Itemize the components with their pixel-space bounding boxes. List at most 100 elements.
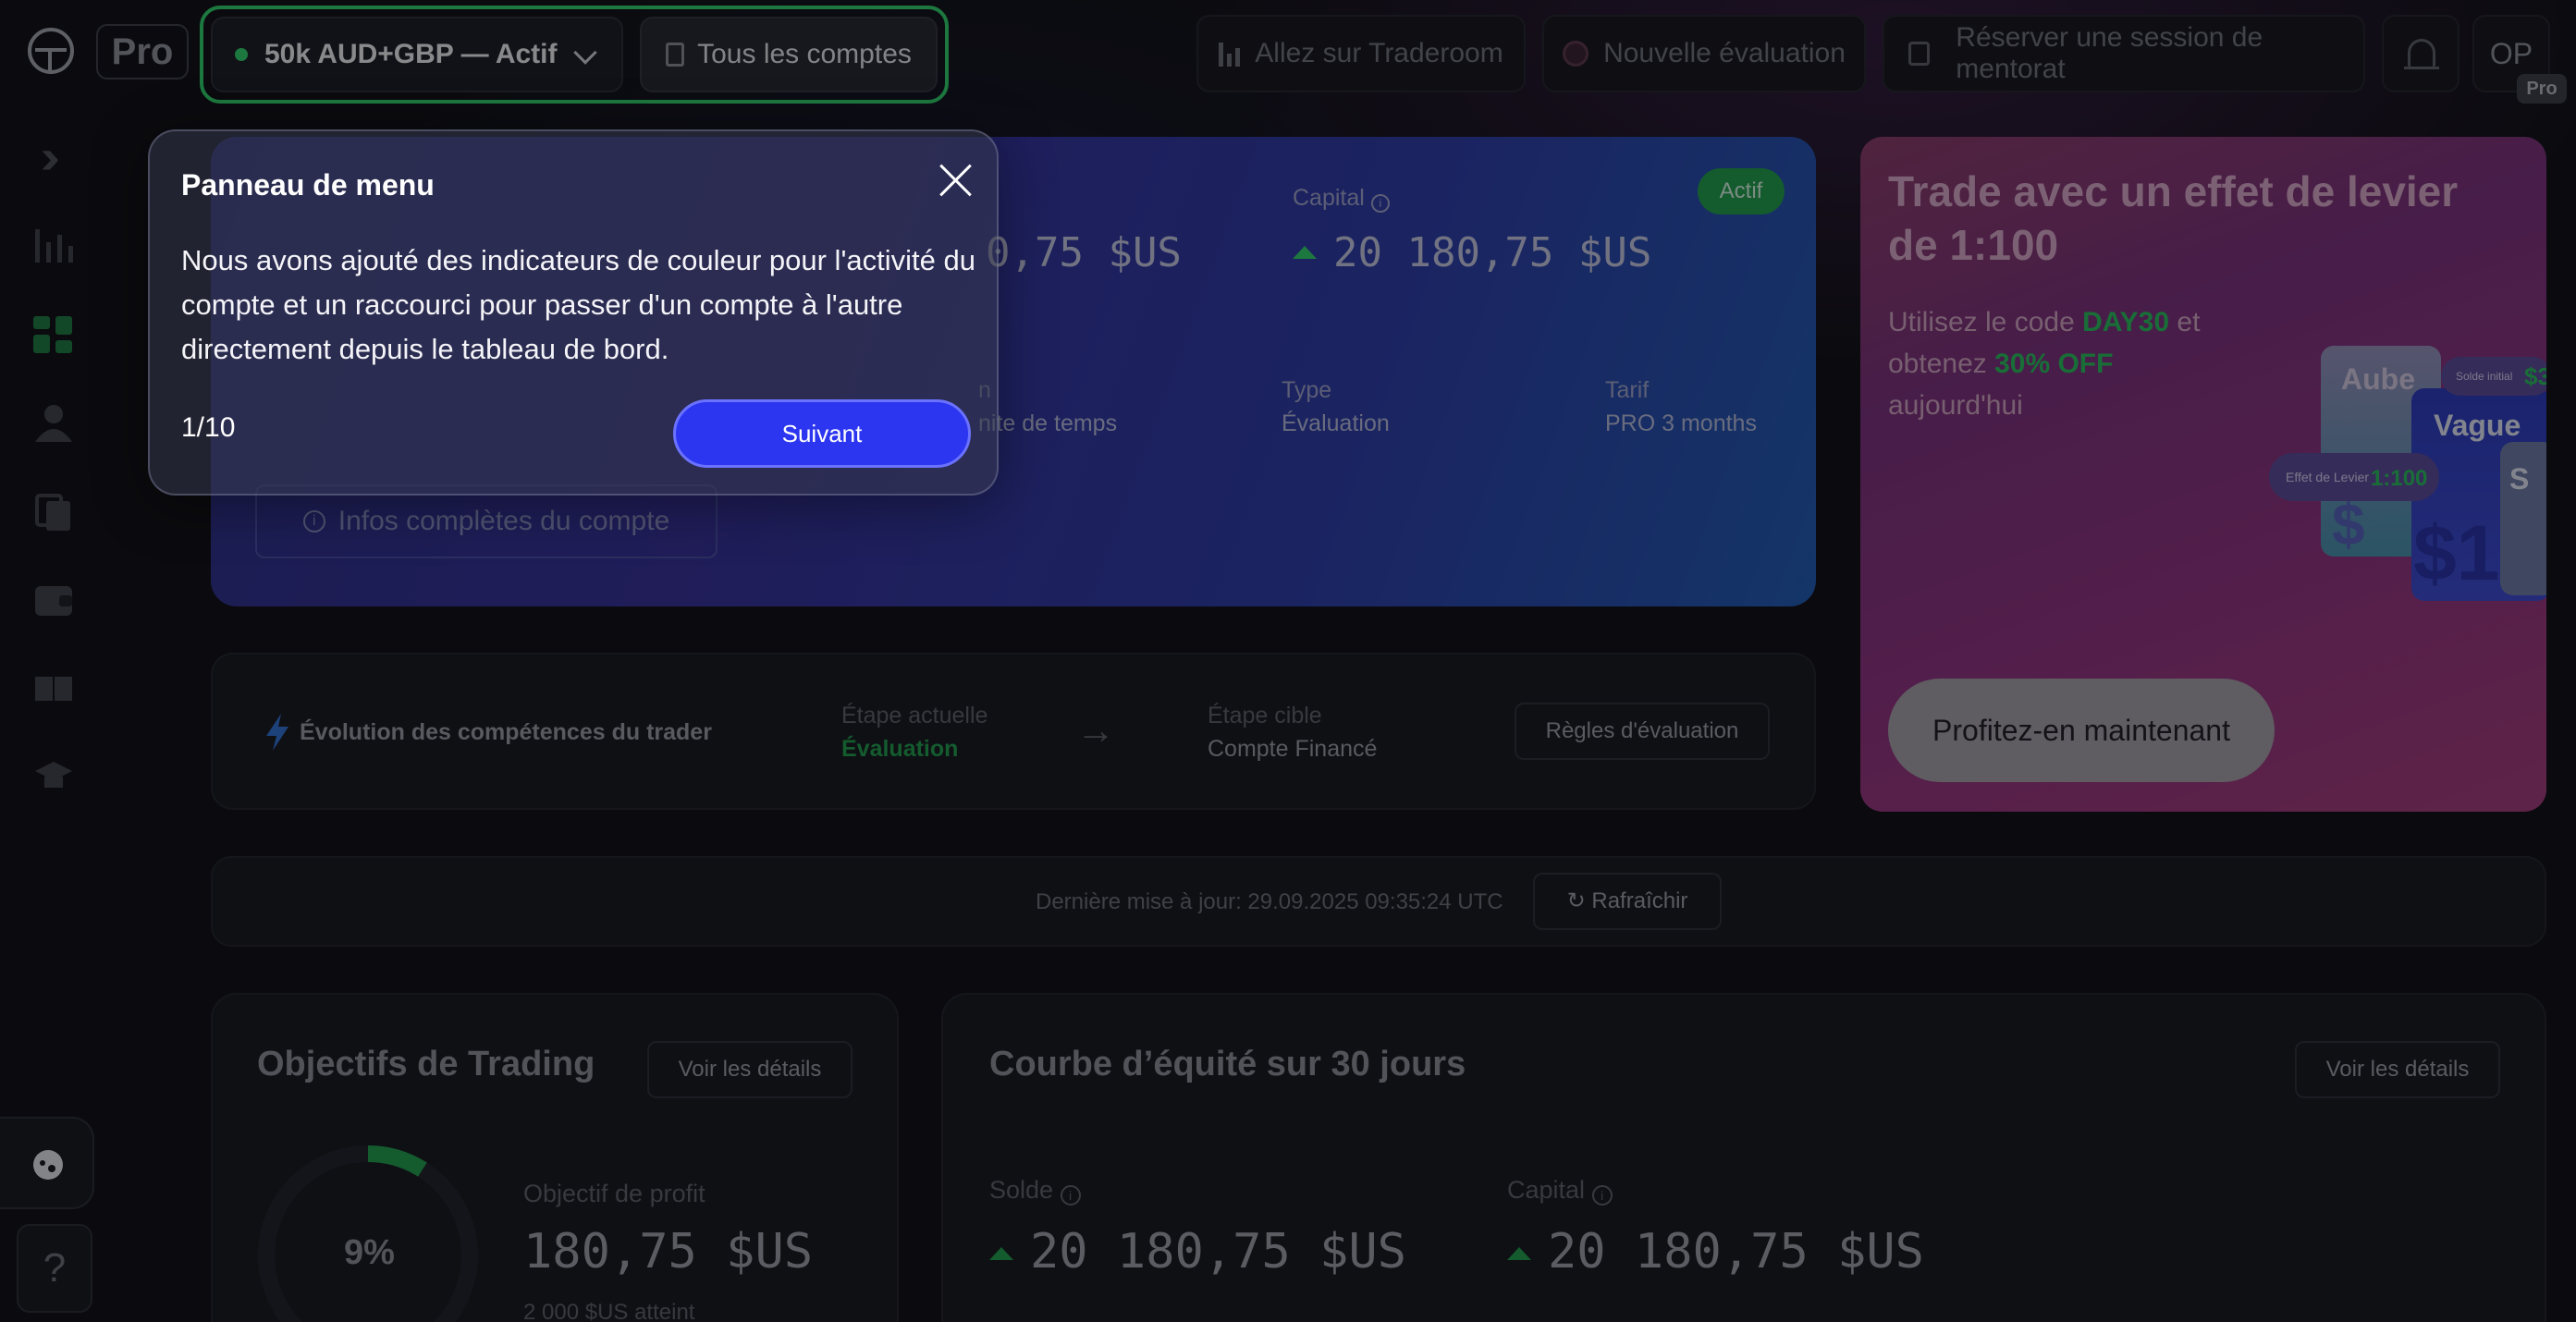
evaluation-icon (1563, 41, 1589, 67)
user-icon (35, 405, 72, 442)
equity-capital-label: Capital i (1507, 1176, 1613, 1206)
equity-balance-label: Solde i (989, 1176, 1081, 1206)
promo-banner: Trade avec un effet de levier de 1:100 U… (1860, 137, 2546, 812)
sidebar-item-book[interactable] (33, 671, 80, 712)
capital-label: Capital i (1293, 185, 1390, 213)
popup-body: Nous avons ajouté des indicateurs de cou… (181, 244, 975, 365)
expand-sidebar-icon[interactable]: ›› (41, 133, 59, 181)
promo-card-s: S (2500, 442, 2546, 595)
avatar-pro-badge: Pro (2517, 74, 2567, 104)
popup-step-counter: 1/10 (181, 412, 236, 443)
accounts-stack-icon (35, 494, 70, 531)
sidebar-item-accounts[interactable] (33, 494, 80, 534)
sidebar-item-chart[interactable] (33, 226, 80, 266)
sidebar-item-profile[interactable] (33, 403, 80, 444)
support-chat-button[interactable] (0, 1117, 94, 1209)
tarif-label: Tarif (1605, 377, 1650, 403)
mentoring-button[interactable]: Réserver une session de mentorat (1883, 15, 2365, 92)
evaluation-rules-button[interactable]: Règles d'évaluation (1515, 703, 1770, 760)
refresh-icon: ↻ (1566, 888, 1586, 913)
type-value: Évaluation (1282, 410, 1390, 436)
trend-up-icon (1507, 1247, 1531, 1260)
tour-popup: Panneau de menu Nous avons ajouté des in… (148, 129, 999, 496)
equity-balance-value: 20 180,75 $US (989, 1224, 1406, 1279)
current-stage-label: Étape actuelle (841, 703, 988, 728)
help-button[interactable]: ? (17, 1224, 92, 1313)
traderoom-button[interactable]: Allez sur Traderoom (1196, 15, 1526, 92)
next-button[interactable]: Suivant (673, 399, 971, 468)
accounts-icon (666, 43, 685, 67)
target-stage-value: Compte Financé (1208, 736, 1378, 762)
support-icon (33, 1150, 63, 1180)
equity-curve-card: Courbe d’équité sur 30 jours Voir les dé… (941, 993, 2546, 1322)
status-dot-icon (235, 48, 248, 61)
skills-progress-card: Évolution des compétences du trader Étap… (211, 653, 1816, 810)
balance-value-partial: 0,75 $US (986, 229, 1182, 276)
sidebar-item-wallet[interactable] (33, 582, 80, 623)
progress-percent: 9% (344, 1233, 395, 1272)
equity-title: Courbe d’équité sur 30 jours (989, 1045, 1466, 1083)
trading-objectives-card: Objectifs de Trading Voir les détails 9%… (211, 993, 899, 1322)
account-selector-button[interactable]: 50k AUD+GBP — Actif (211, 17, 623, 92)
wallet-icon (35, 586, 72, 616)
profit-target-value: 180,75 $US (523, 1224, 814, 1279)
bell-icon (2408, 39, 2435, 67)
promo-code: DAY30 (2082, 307, 2170, 337)
account-info-label: Infos complètes du compte (337, 506, 670, 536)
calendar-icon (1908, 42, 1931, 66)
info-icon: i (1591, 1185, 1613, 1206)
chart-icon (35, 229, 73, 263)
all-accounts-button[interactable]: Tous les comptes (640, 17, 938, 92)
profit-reached-text: 2 000 $US atteint (523, 1300, 695, 1322)
stage-arrow-icon: → (1076, 708, 1115, 752)
mentoring-label: Réserver une session de mentorat (1956, 22, 2263, 84)
objectives-title: Objectifs de Trading (257, 1045, 595, 1083)
info-icon: i (1060, 1185, 1081, 1206)
graduation-cap-icon (35, 762, 72, 788)
tarif-value: PRO 3 months (1605, 410, 1757, 436)
traderoom-label: Allez sur Traderoom (1255, 38, 1503, 68)
app-root: { "topbar": { "pro_tag": "Pro", "account… (0, 0, 2576, 1322)
close-icon[interactable] (934, 159, 976, 202)
sidebar-item-dashboard[interactable] (33, 316, 80, 357)
equity-capital-value: 20 180,75 $US (1507, 1224, 1924, 1279)
all-accounts-label: Tous les comptes (697, 39, 912, 69)
book-icon (35, 677, 72, 701)
promo-subtitle: Utilisez le code DAY30 et obtenez 30% OF… (1888, 307, 2201, 421)
refresh-button[interactable]: ↻ Rafraîchir (1533, 873, 1722, 930)
promo-discount: 30% OFF (1994, 349, 2114, 379)
status-badge: Actif (1698, 168, 1785, 214)
account-info-button[interactable]: i Infos complètes du compte (255, 484, 718, 558)
chip-leverage: Effet de Levier 1:100 (2269, 453, 2439, 501)
profit-target-label: Objectif de profit (523, 1180, 705, 1207)
trend-up-icon (989, 1247, 1013, 1260)
chart-bars-icon (1219, 41, 1241, 67)
notifications-button[interactable] (2382, 15, 2459, 92)
info-icon: i (302, 510, 325, 532)
current-stage-value: Évaluation (841, 736, 959, 762)
last-update-text: Dernière mise à jour: 29.09.2025 09:35:2… (1036, 889, 1503, 914)
chevron-down-icon (573, 41, 597, 65)
capital-value: 20 180,75 $US (1293, 229, 1651, 276)
sidebar-item-academy[interactable] (33, 758, 80, 799)
dashboard-icon (33, 316, 72, 353)
new-evaluation-button[interactable]: Nouvelle évaluation (1542, 15, 1866, 92)
equity-details-button[interactable]: Voir les détails (2295, 1041, 2500, 1098)
chip-initial-balance: Solde initial $3 (2441, 357, 2546, 396)
time-limit-value-partial: nite de temps (978, 410, 1118, 436)
type-label: Type (1282, 377, 1332, 403)
trend-up-icon (1293, 246, 1317, 259)
target-stage-label: Étape cible (1208, 703, 1322, 728)
lightning-icon (266, 714, 288, 751)
popup-title: Panneau de menu (181, 168, 435, 202)
new-evaluation-label: Nouvelle évaluation (1603, 38, 1846, 68)
objectives-details-button[interactable]: Voir les détails (647, 1041, 853, 1098)
skills-title: Évolution des compétences du trader (300, 719, 712, 745)
pro-tag: Pro (96, 24, 189, 80)
last-update-bar: Dernière mise à jour: 29.09.2025 09:35:2… (211, 856, 2546, 947)
objective-progress-ring (258, 1145, 478, 1322)
account-selector-label: 50k AUD+GBP — Actif (264, 39, 558, 69)
promo-cta-button[interactable]: Profitez-en maintenant (1888, 679, 2275, 782)
brand-logo-icon[interactable] (28, 28, 74, 74)
info-icon: i (1370, 194, 1390, 213)
